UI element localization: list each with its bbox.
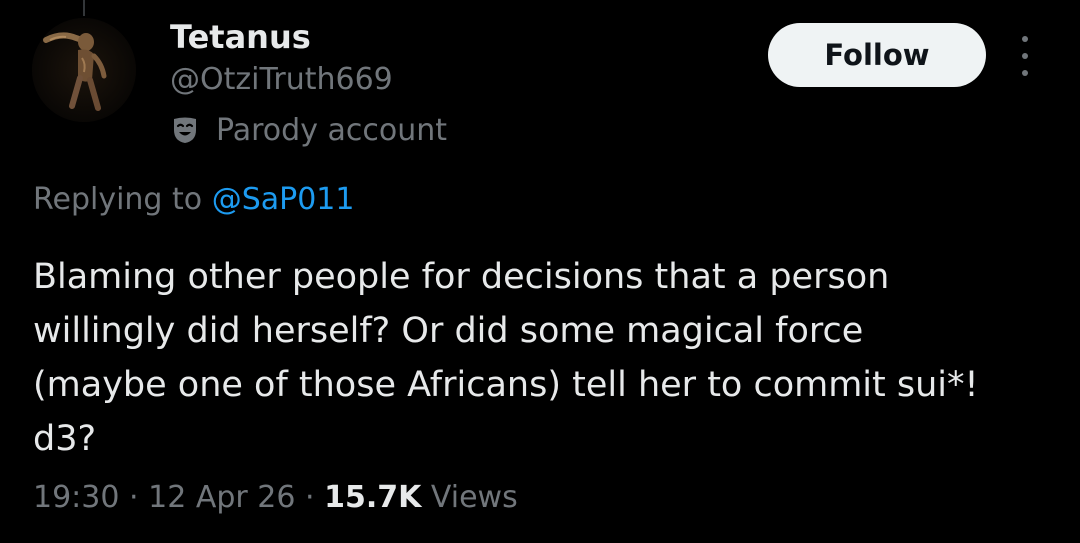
views-label: Views xyxy=(430,480,518,515)
tweet-date[interactable]: 12 Apr 26 xyxy=(148,480,295,515)
meta-separator: · xyxy=(129,480,139,515)
views-count[interactable]: 15.7K xyxy=(324,480,421,515)
mummy-avatar-image xyxy=(32,18,136,122)
author-name[interactable]: Tetanus xyxy=(170,18,311,56)
parody-account-label: Parody account xyxy=(170,108,447,152)
author-handle[interactable]: @OtziTruth669 xyxy=(170,62,393,97)
tweet-text: Blaming other people for decisions that … xyxy=(33,257,979,459)
more-dot xyxy=(1022,36,1028,42)
follow-button[interactable]: Follow xyxy=(768,23,986,87)
tweet-time[interactable]: 19:30 xyxy=(33,480,119,515)
more-options-icon[interactable] xyxy=(1010,36,1040,76)
replying-to-prefix: Replying to xyxy=(33,182,203,217)
avatar[interactable] xyxy=(32,18,136,122)
more-dot xyxy=(1022,70,1028,76)
meta-separator: · xyxy=(304,480,315,515)
tweet-metadata: 19:30 · 12 Apr 26 · 15.7K Views xyxy=(33,480,518,515)
thread-connector-line xyxy=(83,0,85,16)
replying-to-line: Replying to @SaP011 xyxy=(33,182,354,217)
reply-to-mention[interactable]: @SaP011 xyxy=(212,182,355,217)
parody-label-text: Parody account xyxy=(216,112,448,148)
more-dot xyxy=(1022,53,1028,59)
theater-mask-icon xyxy=(174,117,196,143)
